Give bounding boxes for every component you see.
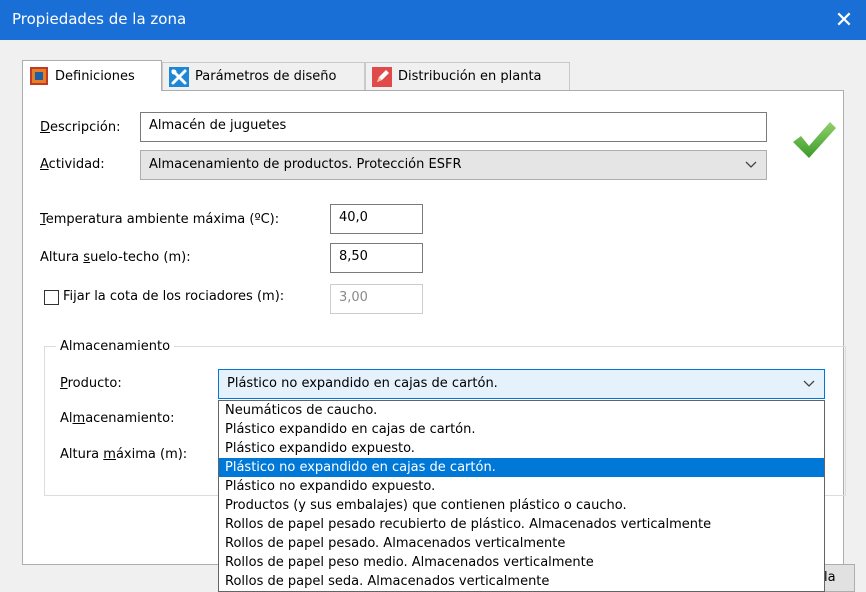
temperatura-input[interactable]: 40,0 — [330, 204, 423, 234]
producto-dropdown-list: Neumáticos de caucho. Plástico expandido… — [218, 400, 825, 592]
descripcion-label: Descripción: — [40, 120, 121, 135]
dropdown-option[interactable]: Plástico expandido expuesto. — [219, 439, 824, 458]
dropdown-option[interactable]: Rollos de papel peso medio. Almacenados … — [219, 553, 824, 572]
producto-value: Plástico no expandido en cajas de cartón… — [227, 376, 498, 391]
producto-select[interactable]: Plástico no expandido en cajas de cartón… — [218, 369, 825, 399]
tab-distribucion-planta[interactable]: Distribución en planta — [365, 62, 570, 90]
actividad-select[interactable]: Almacenamiento de productos. Protección … — [140, 150, 767, 180]
dropdown-option[interactable]: Plástico no expandido expuesto. — [219, 477, 824, 496]
tab-label: Parámetros de diseño — [195, 69, 337, 84]
altura-input[interactable]: 8,50 — [330, 243, 423, 273]
rociadores-label: Fijar la cota de los rociadores (m): — [63, 289, 285, 304]
window-title: Propiedades de la zona — [12, 10, 187, 28]
close-button[interactable]: ✕ — [822, 0, 866, 40]
actividad-label: Actividad: — [40, 157, 105, 172]
almacenamiento-group-title: Almacenamiento — [56, 339, 175, 354]
dialog-window: Propiedades de la zona ✕ Definiciones Pa… — [0, 0, 866, 592]
dropdown-option[interactable]: Rollos de papel pesado recubierto de plá… — [219, 515, 824, 534]
producto-label: Producto: — [60, 376, 122, 391]
tab-parametros-diseno[interactable]: Parámetros de diseño — [162, 62, 365, 90]
checkmark-icon — [790, 118, 838, 162]
almacenamiento-label: Almacenamiento: — [60, 411, 175, 426]
dropdown-option[interactable]: Plástico expandido en cajas de cartón. — [219, 420, 824, 439]
zone-icon — [29, 66, 49, 86]
rociadores-checkbox[interactable] — [44, 290, 59, 305]
altura-label: Altura suelo-techo (m): — [40, 250, 191, 265]
descripcion-input[interactable]: Almacén de juguetes — [140, 112, 767, 142]
dropdown-option[interactable]: Productos (y sus embalajes) que contiene… — [219, 496, 824, 515]
tab-label: Distribución en planta — [398, 69, 542, 84]
tab-definiciones[interactable]: Definiciones — [22, 60, 162, 91]
dropdown-option[interactable]: Neumáticos de caucho. — [219, 401, 824, 420]
tab-label: Definiciones — [55, 68, 135, 84]
dropdown-option[interactable]: Rollos de papel pesado. Almacenados vert… — [219, 534, 824, 553]
altura-maxima-label: Altura máxima (m): — [60, 447, 188, 462]
rociadores-input[interactable]: 3,00 — [330, 284, 423, 314]
chevron-down-icon — [803, 380, 815, 387]
dropdown-option-selected[interactable]: Plástico no expandido en cajas de cartón… — [219, 458, 824, 477]
actividad-value: Almacenamiento de productos. Protección … — [149, 157, 462, 172]
pencil-icon — [372, 66, 392, 87]
dropdown-option[interactable]: Rollos de papel seda. Almacenados vertic… — [219, 572, 824, 591]
chevron-down-icon — [745, 161, 757, 168]
title-bar: Propiedades de la zona ✕ — [0, 0, 866, 40]
temperatura-label: Temperatura ambiente máxima (ºC): — [40, 212, 280, 227]
tools-icon — [169, 66, 189, 87]
